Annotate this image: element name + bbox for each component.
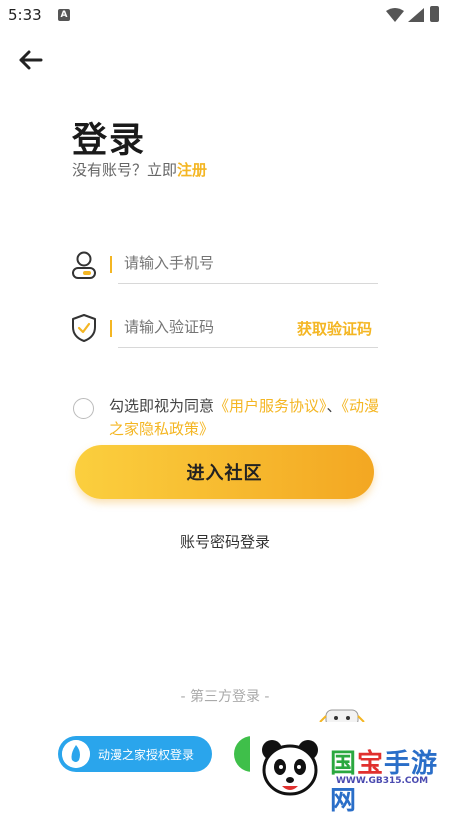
user-icon: [72, 251, 96, 279]
code-underline: [118, 347, 378, 348]
phone-input[interactable]: [124, 254, 374, 272]
agreement-text: 勾选即视为同意《用户服务协议》、《动漫之家隐私政策》: [109, 395, 389, 441]
panda-logo-icon: [262, 740, 318, 796]
status-time: 5:33: [8, 6, 42, 24]
phone-field-divider: [110, 256, 112, 273]
agreement-separator: 、: [326, 397, 342, 415]
code-field-divider: [110, 320, 112, 337]
password-login-link[interactable]: 账号密码登录: [0, 531, 450, 552]
notification-icon: A: [58, 9, 70, 21]
get-code-button[interactable]: 获取验证码: [297, 318, 372, 339]
dmzj-logo-icon: [62, 740, 90, 768]
agreement-checkbox[interactable]: [73, 398, 94, 419]
watermark-char-2: 宝: [357, 749, 385, 779]
wifi-icon: [386, 8, 404, 22]
verification-code-input[interactable]: [124, 318, 294, 336]
phone-underline: [118, 283, 378, 284]
signal-icon: [408, 8, 424, 22]
battery-icon: [430, 6, 439, 22]
user-agreement-link[interactable]: 《用户服务协议》: [214, 397, 327, 415]
password-login-label[interactable]: 账号密码登录: [180, 533, 270, 551]
watermark-url: WWW.GB315.COM: [336, 776, 429, 786]
back-arrow-icon[interactable]: [14, 46, 46, 74]
third-party-title: - 第三方登录 -: [180, 689, 270, 705]
register-link[interactable]: 注册: [177, 161, 207, 179]
enter-community-button[interactable]: 进入社区: [75, 445, 374, 499]
register-prompt: 没有账号？立即注册: [72, 159, 207, 180]
register-prompt-text: 没有账号？立即: [72, 161, 178, 179]
agreement-prefix: 勾选即视为同意: [109, 397, 215, 415]
shield-icon: [72, 314, 96, 342]
page-title: 登录: [72, 121, 147, 161]
watermark-char-1: 国: [330, 749, 358, 779]
dmzj-auth-label[interactable]: 动漫之家授权登录: [98, 746, 194, 763]
status-bar: 5:33 A: [0, 0, 450, 32]
